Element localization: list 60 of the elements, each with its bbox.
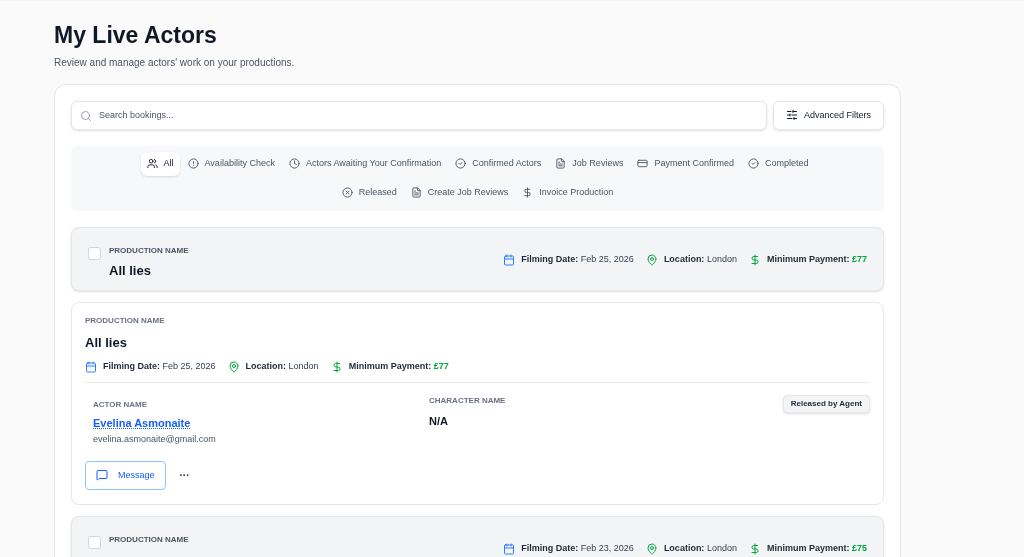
- filter-tab[interactable]: Job Reviews: [549, 151, 630, 176]
- filter-tab[interactable]: Released: [335, 180, 403, 205]
- field-label: PRODUCTION NAME: [85, 314, 166, 327]
- map-pin-icon: [227, 361, 240, 373]
- actor-name-link[interactable]: Evelina Asmonaite: [93, 414, 429, 432]
- meta-text: Filming Date: Feb 23, 2026: [521, 541, 634, 555]
- meta-text: Filming Date: Feb 25, 2026: [521, 252, 634, 266]
- production-name: All lies: [85, 333, 128, 352]
- clock-icon: [288, 158, 300, 170]
- filter-tab[interactable]: Availability Check: [181, 151, 281, 176]
- search-icon: [80, 109, 92, 122]
- document-icon: [410, 187, 422, 199]
- filter-tab[interactable]: Confirmed Actors: [449, 151, 548, 176]
- calendar-icon: [503, 253, 516, 266]
- meta-text: Location: London: [663, 252, 737, 266]
- filter-tab[interactable]: Completed: [741, 151, 815, 176]
- calendar-icon: [85, 361, 97, 373]
- check-circle-icon: [747, 158, 759, 170]
- message-button[interactable]: Message: [85, 460, 166, 490]
- dollar-icon: [330, 361, 343, 373]
- page-subtitle: Review and manage actors' work on your productions.: [54, 55, 296, 70]
- dollar-icon: [748, 542, 761, 555]
- document-icon: [555, 158, 567, 170]
- check-circle-icon: [455, 158, 467, 170]
- x-circle-icon: [341, 187, 353, 199]
- meta-text: Minimum Payment: £75: [766, 541, 867, 555]
- filter-tab[interactable]: All: [140, 151, 180, 176]
- page-title: My Live Actors: [54, 21, 218, 50]
- sliders-icon: [785, 109, 798, 122]
- field-label: ACTOR NAME: [93, 398, 149, 411]
- field-label: CHARACTER NAME: [429, 394, 506, 407]
- alert-icon: [187, 158, 199, 170]
- chat-icon: [96, 469, 108, 482]
- calendar-icon: [503, 542, 516, 555]
- more-button[interactable]: ···: [175, 467, 194, 483]
- field-label: PRODUCTION NAME: [109, 533, 189, 546]
- field-label: PRODUCTION NAME: [109, 244, 189, 257]
- character-name: N/A: [429, 413, 449, 429]
- checkbox[interactable]: [88, 246, 101, 260]
- meta-text: Minimum Payment: £77: [766, 252, 867, 266]
- meta-text: Filming Date: Feb 25, 2026: [103, 360, 216, 374]
- map-pin-icon: [645, 253, 658, 266]
- people-icon: [146, 158, 158, 170]
- map-pin-icon: [645, 542, 658, 555]
- production-name: All lies: [109, 261, 152, 280]
- filter-tab[interactable]: Payment Confirmed: [631, 151, 740, 176]
- dollar-icon: [522, 187, 534, 199]
- meta-text: Location: London: [663, 541, 737, 555]
- checkbox[interactable]: [88, 535, 101, 549]
- meta-text: Minimum Payment: £77: [348, 360, 449, 374]
- filter-tab[interactable]: Invoice Production: [516, 180, 620, 205]
- status-badge: Released by Agent: [782, 394, 870, 413]
- filter-tab[interactable]: Actors Awaiting Your Confirmation: [282, 151, 448, 176]
- dollar-icon: [748, 253, 761, 266]
- credit-card-icon: [637, 158, 649, 170]
- search-field[interactable]: Search bookings...: [71, 100, 767, 130]
- advanced-filters-button[interactable]: Advanced Filters: [772, 100, 884, 130]
- meta-text: Location: London: [245, 360, 319, 374]
- actor-email: evelina.asmonaite@gmail.com: [93, 433, 217, 447]
- filter-tab[interactable]: Create Job Reviews: [404, 180, 515, 205]
